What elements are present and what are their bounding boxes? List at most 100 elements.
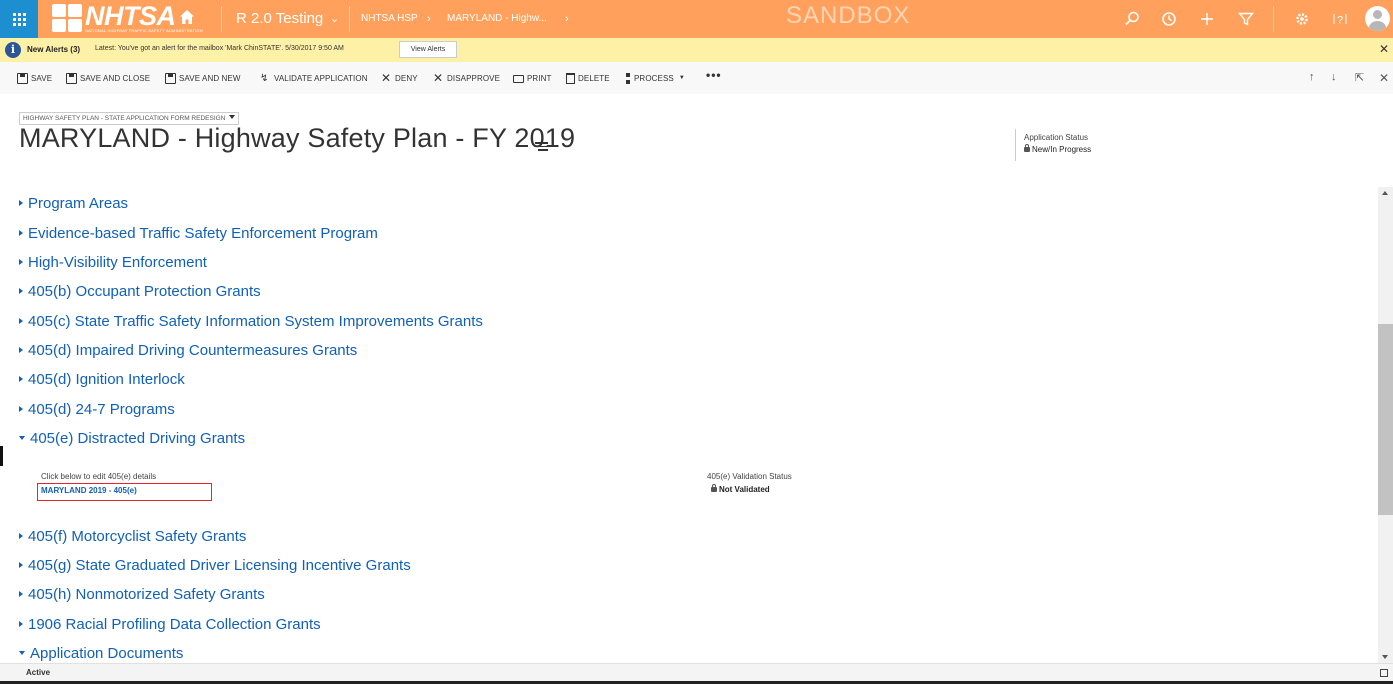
gear-icon[interactable] <box>1293 10 1311 28</box>
breadcrumb-module[interactable]: NHTSA HSP <box>361 0 418 38</box>
plus-icon[interactable] <box>1198 10 1216 28</box>
process-flow-icon <box>625 72 631 84</box>
expand-arrow-icon <box>19 562 23 568</box>
deny-label: DENY <box>395 73 418 83</box>
save-and-close-label: SAVE AND CLOSE <box>80 73 151 83</box>
footer-save-icon[interactable] <box>1380 669 1388 677</box>
deny-button[interactable]: ✕ DENY <box>381 71 418 85</box>
user-avatar[interactable] <box>1365 6 1390 31</box>
expand-arrow-icon <box>19 376 23 382</box>
process-dropdown-icon: ▼ <box>678 75 685 81</box>
view-alerts-button[interactable]: View Alerts <box>399 41 457 58</box>
more-commands-icon[interactable]: ••• <box>706 68 722 82</box>
command-bar: SAVE SAVE AND CLOSE SAVE AND NEW ↯ VALID… <box>0 62 1393 94</box>
svg-text:?: ? <box>1337 15 1343 27</box>
section-evidence-based-enforcement[interactable]: Evidence-based Traffic Safety Enforcemen… <box>19 225 378 242</box>
top-nav-bar: NHTSA NATIONAL HIGHWAY TRAFFIC SAFETY AD… <box>0 0 1393 38</box>
print-button[interactable]: PRINT <box>513 71 552 85</box>
delete-button[interactable]: DELETE <box>566 71 610 85</box>
disapprove-button[interactable]: ✕ DISAPPROVE <box>433 71 500 85</box>
process-button[interactable]: PROCESS ▼ <box>625 71 685 85</box>
section-label: Evidence-based Traffic Safety Enforcemen… <box>28 225 378 242</box>
scroll-up-icon[interactable] <box>1382 191 1388 195</box>
save-button[interactable]: SAVE <box>17 71 52 85</box>
pop-out-icon[interactable]: ⇱ <box>1355 71 1364 84</box>
info-icon: i <box>5 42 21 58</box>
previous-record-icon[interactable]: ↑ <box>1309 71 1315 83</box>
home-icon[interactable] <box>179 9 195 25</box>
section-label: High-Visibility Enforcement <box>28 254 207 271</box>
save-and-close-button[interactable]: SAVE AND CLOSE <box>66 71 150 85</box>
alert-message: Latest: You've got an alert for the mail… <box>95 45 344 52</box>
section-405b[interactable]: 405(b) Occupant Protection Grants <box>19 283 261 300</box>
save-new-icon <box>165 72 176 84</box>
breadcrumb-chevron-icon: › <box>427 13 431 25</box>
section-405d-24-7[interactable]: 405(d) 24-7 Programs <box>19 401 175 418</box>
section-1906[interactable]: 1906 Racial Profiling Data Collection Gr… <box>19 616 321 633</box>
nhtsa-logo-subtitle: NATIONAL HIGHWAY TRAFFIC SAFETY ADMINIST… <box>85 28 203 33</box>
scroll-down-icon[interactable] <box>1382 655 1388 659</box>
validate-application-button[interactable]: ↯ VALIDATE APPLICATION <box>260 71 368 85</box>
expand-arrow-icon <box>19 230 23 236</box>
save-and-new-label: SAVE AND NEW <box>179 73 241 83</box>
app-launcher-icon[interactable] <box>0 0 38 38</box>
close-record-icon[interactable]: ✕ <box>1379 71 1389 85</box>
section-label: 405(h) Nonmotorized Safety Grants <box>28 586 265 603</box>
application-status-label: Application Status <box>1024 133 1089 142</box>
recent-history-icon[interactable] <box>1160 10 1178 28</box>
section-label: 405(b) Occupant Protection Grants <box>28 283 261 300</box>
scrollbar-thumb[interactable] <box>1378 324 1393 515</box>
record-menu-icon[interactable] <box>535 140 548 152</box>
section-405h[interactable]: 405(h) Nonmotorized Safety Grants <box>19 586 265 603</box>
nav-separator <box>349 6 350 32</box>
lock-icon <box>1024 144 1030 152</box>
section-405f[interactable]: 405(f) Motorcyclist Safety Grants <box>19 528 246 545</box>
405e-record-link[interactable]: MARYLAND 2019 - 405(e) <box>37 483 212 501</box>
section-label: 405(d) Ignition Interlock <box>28 371 185 388</box>
section-405g[interactable]: 405(g) State Graduated Driver Licensing … <box>19 557 411 574</box>
405e-edit-instruction: Click below to edit 405(e) details <box>41 472 157 481</box>
deny-x-icon: ✕ <box>381 70 392 85</box>
section-405d-impaired[interactable]: 405(d) Impaired Driving Countermeasures … <box>19 342 357 359</box>
section-405e[interactable]: 405(e) Distracted Driving Grants <box>19 430 245 447</box>
section-405d-interlock[interactable]: 405(d) Ignition Interlock <box>19 371 185 388</box>
save-and-new-button[interactable]: SAVE AND NEW <box>165 71 241 85</box>
save-close-icon <box>66 72 77 84</box>
help-icon[interactable]: ? <box>1331 10 1349 28</box>
application-status-text: New/In Progress <box>1032 145 1092 154</box>
close-icon[interactable]: ✕ <box>1379 42 1389 56</box>
app-name-dropdown-icon[interactable]: ⌄ <box>330 0 339 38</box>
next-record-icon[interactable]: ↓ <box>1331 71 1337 83</box>
section-405c[interactable]: 405(c) State Traffic Safety Information … <box>19 313 483 330</box>
process-label: PROCESS <box>634 73 674 83</box>
section-label: 1906 Racial Profiling Data Collection Gr… <box>28 616 321 633</box>
section-label: 405(g) State Graduated Driver Licensing … <box>28 557 411 574</box>
nav-separator <box>1273 6 1274 32</box>
form-body: Program Areas Evidence-based Traffic Saf… <box>0 183 1378 663</box>
expand-arrow-icon <box>19 347 23 353</box>
save-icon <box>17 72 28 84</box>
breadcrumb-chevron-icon: › <box>565 13 569 25</box>
trash-icon <box>566 72 575 84</box>
form-selector-caret-icon <box>229 115 236 119</box>
app-name[interactable]: R 2.0 Testing <box>236 0 323 38</box>
search-icon[interactable] <box>1123 10 1141 28</box>
expand-arrow-icon <box>19 406 23 412</box>
section-program-areas[interactable]: Program Areas <box>19 195 128 212</box>
print-label: PRINT <box>527 73 552 83</box>
section-high-visibility-enforcement[interactable]: High-Visibility Enforcement <box>19 254 207 271</box>
section-application-documents[interactable]: Application Documents <box>19 645 183 662</box>
section-label: Application Documents <box>30 645 184 662</box>
form-selector-label: HIGHWAY SAFETY PLAN - STATE APPLICATION … <box>23 115 226 122</box>
filter-icon[interactable] <box>1237 10 1255 28</box>
405e-validation-label: 405(e) Validation Status <box>707 472 792 481</box>
expand-arrow-icon <box>19 533 23 539</box>
section-label: 405(f) Motorcyclist Safety Grants <box>28 528 247 545</box>
collapse-arrow-icon <box>19 436 25 440</box>
vertical-scrollbar[interactable] <box>1378 187 1393 663</box>
405e-validation-value: Not Validated <box>711 484 770 494</box>
breadcrumb-record[interactable]: MARYLAND - Highw... <box>447 0 547 38</box>
405e-validation-text: Not Validated <box>719 485 770 494</box>
sandbox-watermark: SANDBOX <box>786 2 911 29</box>
section-label: 405(d) 24-7 Programs <box>28 401 175 418</box>
